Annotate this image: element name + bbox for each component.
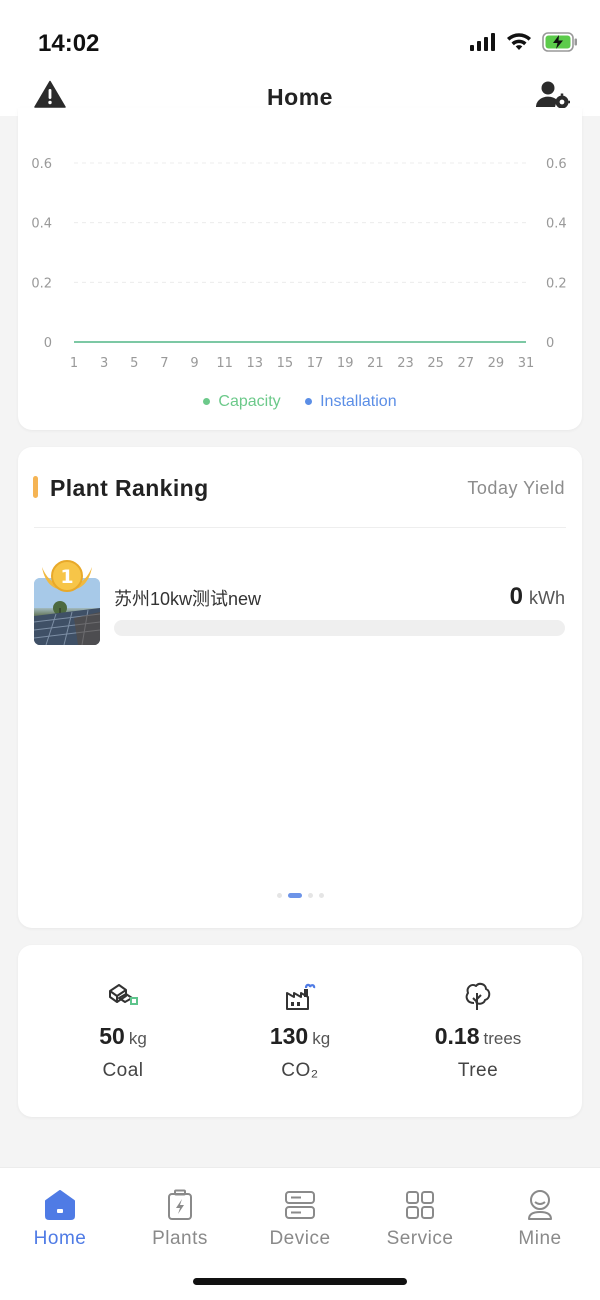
medal-rank-text: 1 — [60, 566, 73, 588]
legend-installation-dot — [305, 398, 313, 405]
rank-medal: 1 — [40, 559, 94, 600]
signal-icon — [470, 33, 495, 51]
tree-label: Tree — [457, 1060, 499, 1081]
x-tick-label: 5 — [130, 356, 138, 371]
device-icon — [285, 1191, 315, 1219]
page-title: Home — [267, 84, 333, 110]
pager-dot[interactable] — [307, 893, 313, 898]
tab-device-label: Device — [269, 1228, 331, 1249]
tab-service[interactable]: Service — [360, 1188, 480, 1250]
x-tick-label: 29 — [488, 356, 505, 371]
coal-unit: kg — [128, 1029, 147, 1048]
tab-service-label: Service — [386, 1228, 454, 1249]
plant-yield: 0 kWh — [510, 583, 565, 611]
legend-capacity[interactable]: Capacity — [203, 392, 281, 411]
status-icons — [470, 32, 578, 52]
pager-dot[interactable] — [276, 893, 282, 898]
ranking-accent-bar — [33, 476, 38, 498]
impact-tree: 0.18 trees Tree — [384, 981, 572, 1082]
tab-mine[interactable]: Mine — [480, 1188, 600, 1250]
x-tick-label: 21 — [367, 356, 384, 371]
impact-co2: 130 kg CO₂ — [206, 981, 394, 1082]
medal-icon: 1 — [42, 560, 92, 592]
x-tick-label: 9 — [190, 356, 198, 371]
environmental-impact-card: 50 kg Coal 130 kg CO₂ 0.18 trees Tree — [18, 945, 582, 1117]
home-icon — [45, 1190, 75, 1220]
ranking-title: Plant Ranking — [50, 475, 209, 501]
legend-capacity-dot — [203, 398, 211, 405]
plant-yield-value: 0 — [509, 583, 523, 610]
service-icon — [406, 1191, 434, 1219]
tab-mine-label: Mine — [518, 1228, 562, 1249]
ranking-divider — [34, 527, 566, 528]
plants-icon — [168, 1189, 192, 1220]
coal-icon — [109, 984, 138, 1005]
tab-home[interactable]: Home — [0, 1188, 120, 1250]
chart-card: 0 0 0.2 0.2 0.4 0.4 0.6 0.6 1 3 5 7 9 11 13 15 17 19 21 23 2… — [18, 108, 582, 430]
ranking-pager[interactable] — [18, 893, 582, 898]
x-tick-label: 15 — [277, 356, 294, 371]
pager-dot[interactable] — [318, 893, 324, 898]
legend-installation-label: Installation — [320, 392, 397, 410]
plant-ranking-card: Plant Ranking Today Yield 1 苏州10kw测试new … — [18, 447, 582, 928]
x-tick-label: 27 — [457, 356, 474, 371]
x-tick-label: 11 — [216, 356, 233, 371]
home-indicator — [193, 1278, 407, 1285]
tree-value: 0.18 — [434, 1023, 480, 1049]
y-tick-label: 0.2 — [31, 276, 52, 291]
y-tick-label: 0 — [44, 336, 52, 351]
status-time: 14:02 — [38, 30, 100, 57]
legend-installation[interactable]: Installation — [305, 393, 397, 411]
y2-tick-label: 0.6 — [546, 157, 567, 172]
x-tick-label: 25 — [427, 356, 444, 371]
wifi-icon — [507, 32, 531, 50]
x-tick-label: 31 — [518, 356, 535, 371]
chart-legend: Capacity Installation — [18, 392, 582, 411]
x-tick-label: 1 — [70, 356, 78, 371]
co2-unit: kg — [312, 1029, 331, 1048]
coal-value: 50 — [99, 1023, 125, 1049]
co2-label: CO₂ — [281, 1060, 319, 1081]
mine-icon — [528, 1190, 552, 1220]
co2-factory-icon — [286, 983, 316, 1010]
x-tick-label: 17 — [307, 356, 324, 371]
plant-yield-progress — [114, 620, 565, 636]
x-tick-label: 3 — [100, 356, 108, 371]
battery-charging-icon — [542, 32, 577, 52]
x-tick-label: 7 — [160, 356, 168, 371]
tab-plants-label: Plants — [152, 1228, 208, 1249]
y2-tick-label: 0 — [546, 336, 554, 351]
tree-unit: trees — [483, 1029, 522, 1048]
y-tick-label: 0.4 — [31, 217, 52, 232]
co2-value: 130 — [269, 1023, 309, 1049]
y2-tick-label: 0.2 — [546, 276, 567, 291]
x-tick-label: 13 — [247, 356, 264, 371]
y2-tick-label: 0.4 — [546, 217, 567, 232]
tab-home-label: Home — [33, 1228, 87, 1249]
plant-name[interactable]: 苏州10kw测试new — [114, 585, 261, 611]
user-settings-icon — [535, 81, 570, 110]
x-tick-label: 19 — [337, 356, 354, 371]
tab-device[interactable]: Device — [240, 1188, 360, 1250]
capacity-chart: 0 00.2 0.20.4 0.40.6 0.61 3 5 7 9 11 13 15 17 19 21 23 2… — [31, 157, 567, 371]
legend-capacity-label: Capacity — [218, 392, 281, 410]
pager-dot-active[interactable] — [287, 893, 302, 898]
status-bar: 14:02 — [0, 0, 600, 76]
plant-yield-unit: kWh — [529, 588, 565, 608]
x-tick-label: 23 — [397, 356, 414, 371]
tree-icon — [465, 982, 491, 1010]
tab-plants[interactable]: Plants — [120, 1188, 240, 1250]
ranking-sort-label[interactable]: Today Yield — [467, 478, 565, 499]
impact-coal: 50 kg Coal — [29, 981, 217, 1082]
y-tick-label: 0.6 — [31, 157, 52, 172]
coal-label: Coal — [102, 1060, 144, 1081]
